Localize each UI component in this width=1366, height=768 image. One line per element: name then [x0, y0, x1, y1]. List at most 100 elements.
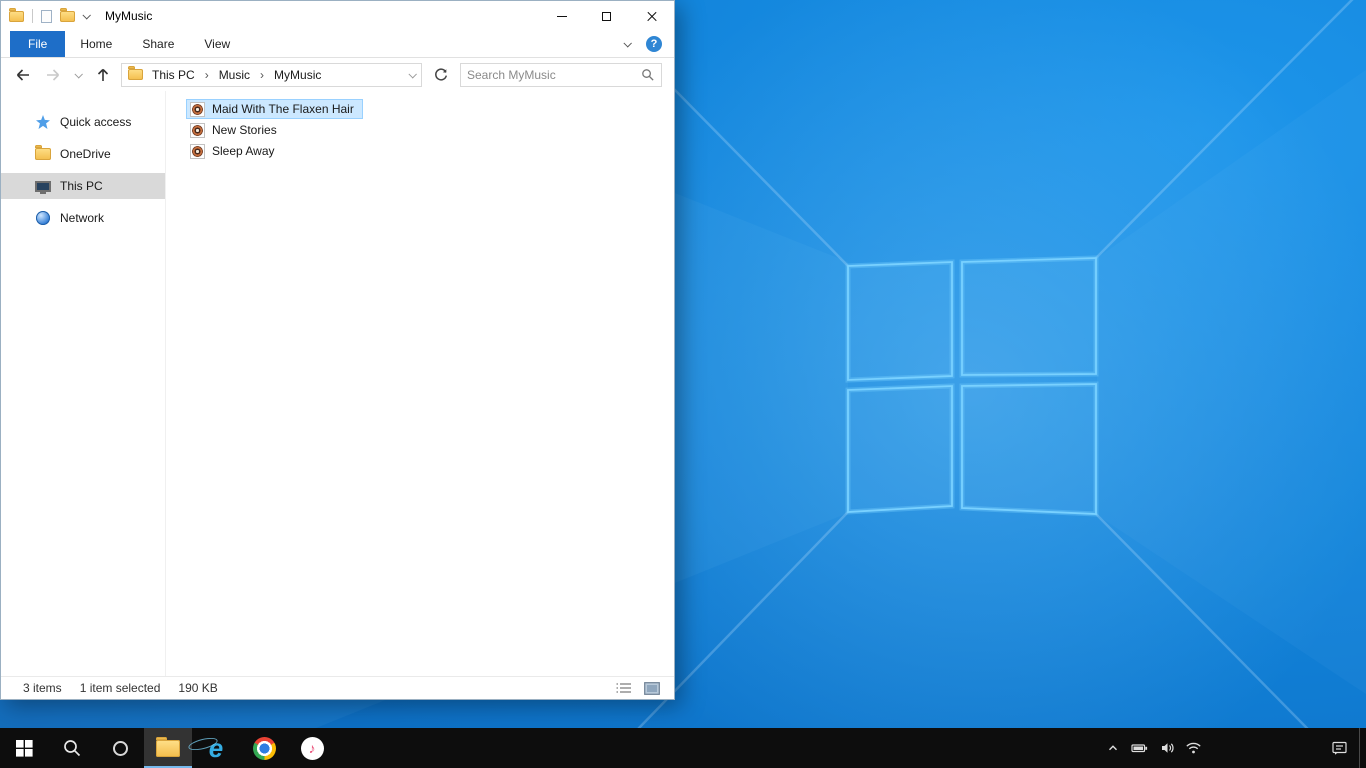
titlebar[interactable]: MyMusic: [1, 1, 674, 31]
taskbar: e ♪: [0, 728, 1366, 768]
breadcrumb-music[interactable]: Music: [216, 68, 253, 82]
search-icon: [64, 740, 81, 757]
network-status-button[interactable]: [1180, 728, 1207, 768]
breadcrumb-mymusic[interactable]: MyMusic: [271, 68, 324, 82]
back-button[interactable]: [11, 63, 35, 87]
address-bar: This PC › Music › MyMusic: [1, 58, 674, 91]
minimize-button[interactable]: [539, 1, 584, 31]
music-file-icon: [190, 101, 205, 117]
forward-button[interactable]: [41, 63, 65, 87]
windows-start-icon: [15, 739, 33, 757]
address-box[interactable]: This PC › Music › MyMusic: [121, 62, 422, 87]
up-arrow-icon: [97, 68, 109, 81]
qat-separator: [32, 9, 33, 23]
sidebar-item-onedrive[interactable]: OneDrive: [1, 141, 165, 167]
cortana-icon: [112, 740, 128, 756]
quick-access-star-icon: [36, 115, 50, 129]
status-size: 190 KB: [178, 681, 218, 695]
file-explorer-window: MyMusic File Home Share View ? This PC ›…: [0, 0, 675, 700]
wifi-icon: [1186, 742, 1201, 754]
explorer-system-icon[interactable]: [9, 7, 24, 22]
maximize-button[interactable]: [584, 1, 629, 31]
search-input[interactable]: [467, 67, 640, 82]
battery-icon: [1131, 744, 1148, 753]
breadcrumb-separator[interactable]: ›: [204, 68, 210, 82]
close-button[interactable]: [629, 1, 674, 31]
file-list[interactable]: Maid With The Flaxen Hair New Stories Sl…: [166, 91, 674, 676]
action-center-button[interactable]: [1319, 728, 1359, 768]
status-selection: 1 item selected: [79, 681, 161, 695]
new-folder-icon[interactable]: [60, 7, 75, 22]
battery-status-button[interactable]: [1126, 728, 1153, 768]
ribbon-right-controls: ?: [623, 31, 674, 57]
onedrive-icon: [35, 145, 51, 160]
search-box: [460, 62, 662, 87]
refresh-button[interactable]: [428, 63, 454, 87]
sidebar-item-this-pc[interactable]: This PC: [1, 173, 165, 199]
speaker-icon: [1161, 743, 1174, 753]
sidebar-item-quick-access[interactable]: Quick access: [1, 109, 165, 135]
chrome-icon: [252, 736, 276, 760]
action-center-icon: [1331, 741, 1347, 755]
help-icon[interactable]: ?: [646, 36, 662, 52]
taskbar-chrome-button[interactable]: [240, 728, 288, 768]
quick-access-toolbar: [1, 7, 91, 23]
large-icons-view-button[interactable]: [642, 680, 662, 696]
recent-locations-button[interactable]: [71, 63, 85, 87]
tray-overflow-button[interactable]: [1099, 728, 1126, 768]
taskbar-itunes-button[interactable]: ♪: [288, 728, 336, 768]
taskbar-file-explorer-button[interactable]: [144, 728, 192, 768]
tab-view[interactable]: View: [189, 31, 245, 57]
file-name: Sleep Away: [212, 144, 275, 158]
network-icon: [36, 211, 50, 225]
sidebar-item-network[interactable]: Network: [1, 205, 165, 231]
cortana-button[interactable]: [96, 728, 144, 768]
tab-share[interactable]: Share: [127, 31, 189, 57]
taskbar-search-button[interactable]: [48, 728, 96, 768]
tab-file[interactable]: File: [10, 31, 66, 57]
properties-icon[interactable]: [41, 9, 52, 23]
sidebar-item-label: Quick access: [60, 115, 132, 129]
window-title: MyMusic: [105, 9, 153, 23]
address-dropdown-chevron-icon[interactable]: [408, 69, 417, 79]
search-icon[interactable]: [640, 67, 655, 82]
system-tray: [1099, 728, 1366, 768]
status-item-count: 3 items: [23, 681, 62, 695]
file-item[interactable]: Maid With The Flaxen Hair: [186, 99, 363, 119]
file-name: Maid With The Flaxen Hair: [212, 102, 354, 116]
tab-home[interactable]: Home: [65, 31, 127, 57]
start-button[interactable]: [0, 728, 48, 768]
show-desktop-button[interactable]: [1359, 728, 1366, 768]
volume-button[interactable]: [1153, 728, 1180, 768]
refresh-icon: [435, 67, 448, 81]
sidebar-item-label: Network: [60, 211, 105, 225]
caption-buttons: [539, 1, 674, 31]
large-icons-view-icon: [644, 681, 660, 695]
sidebar-item-label: OneDrive: [60, 147, 111, 161]
internet-explorer-icon: e: [208, 733, 224, 763]
back-arrow-icon: [16, 68, 29, 81]
up-button[interactable]: [91, 63, 115, 87]
ribbon-expand-chevron-icon[interactable]: [623, 39, 632, 48]
music-file-icon: [190, 143, 205, 159]
file-explorer-icon: [156, 736, 180, 757]
close-icon: [646, 10, 658, 22]
itunes-icon: ♪: [300, 736, 324, 760]
qat-customize-chevron-icon[interactable]: [82, 11, 91, 20]
status-bar: 3 items 1 item selected 190 KB: [1, 676, 674, 699]
breadcrumb-separator[interactable]: ›: [259, 68, 265, 82]
file-item[interactable]: New Stories: [186, 120, 286, 140]
ribbon-tabs: File Home Share View ?: [1, 31, 674, 58]
details-view-icon: [616, 683, 631, 693]
recent-locations-chevron-icon: [74, 69, 83, 79]
taskbar-internet-explorer-button[interactable]: e: [187, 728, 240, 768]
window-body: Quick access OneDrive This PC Network Ma…: [1, 91, 674, 676]
chevron-up-icon: [1108, 745, 1117, 751]
file-name: New Stories: [212, 123, 277, 137]
breadcrumb-this-pc[interactable]: This PC: [149, 68, 198, 82]
sidebar-item-label: This PC: [60, 179, 103, 193]
details-view-button[interactable]: [614, 680, 634, 696]
forward-arrow-icon: [47, 68, 60, 81]
file-item[interactable]: Sleep Away: [186, 141, 284, 161]
address-folder-icon: [128, 66, 143, 80]
